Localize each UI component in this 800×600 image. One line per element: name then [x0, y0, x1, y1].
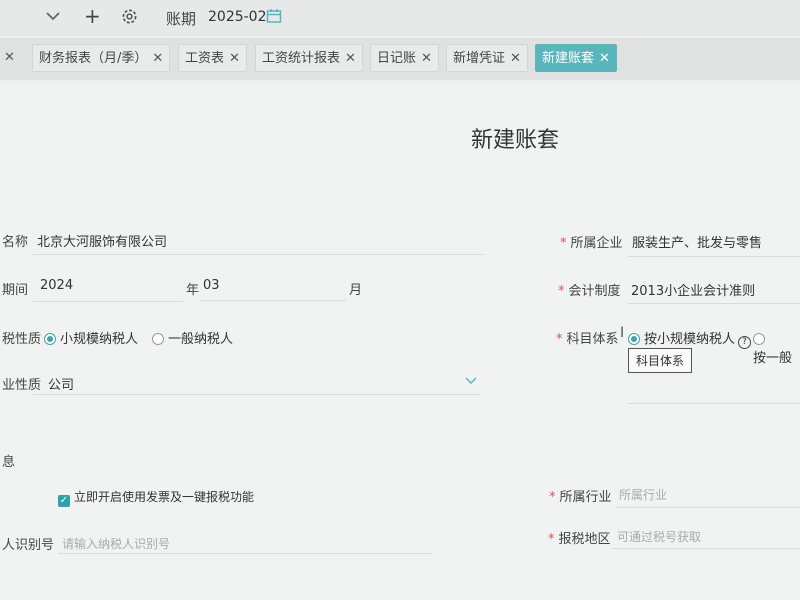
- accounting-standard-label: * 会计制度: [558, 284, 621, 299]
- tab-journal[interactable]: 日记账 ✕: [370, 44, 439, 72]
- radio-label: 小规模纳税人: [60, 332, 139, 347]
- chevron-down-icon[interactable]: [44, 8, 62, 27]
- tab-label: 工资表: [185, 51, 225, 66]
- calendar-icon[interactable]: [266, 8, 282, 28]
- accounting-standard-underline: [628, 303, 800, 304]
- subject-small-radio[interactable]: 按小规模纳税人?: [628, 328, 752, 349]
- text-cursor-icon: I: [620, 325, 625, 341]
- top-toolbar: [0, 0, 800, 36]
- industry-label: * 所属行业: [549, 490, 612, 505]
- tab-salary-report[interactable]: 工资统计报表 ✕: [255, 44, 363, 72]
- check-icon: ✓: [58, 495, 70, 507]
- radio-icon: [44, 333, 56, 345]
- tab-label: 工资统计报表: [262, 51, 341, 66]
- chevron-down-icon[interactable]: [463, 372, 479, 391]
- radio-icon: [628, 333, 640, 345]
- tab-salary[interactable]: 工资表 ✕: [178, 44, 247, 72]
- radio-icon: [753, 333, 765, 345]
- month-unit: 月: [349, 283, 363, 298]
- tab-label: 财务报表（月/季）: [39, 51, 148, 66]
- business-type-underline: [33, 394, 481, 395]
- tax-type-label: 税性质: [2, 332, 42, 347]
- close-icon[interactable]: ✕: [421, 51, 432, 66]
- period-value[interactable]: 2025-02: [208, 9, 267, 25]
- tab-new-voucher[interactable]: 新增凭证 ✕: [446, 44, 528, 72]
- close-icon[interactable]: ✕: [599, 51, 610, 66]
- tab-close-icon[interactable]: ✕: [4, 50, 15, 65]
- tab-financial-report[interactable]: 财务报表（月/季） ✕: [32, 44, 171, 72]
- invoice-checkbox[interactable]: ✓ 立即开启使用发票及一键报税功能: [58, 486, 254, 507]
- year-unit: 年: [186, 283, 200, 298]
- close-icon[interactable]: ✕: [345, 51, 356, 66]
- taxpayer-id-underline: [58, 553, 433, 554]
- business-type-select[interactable]: 公司: [48, 374, 74, 393]
- radio-label: 按一般: [753, 351, 793, 366]
- close-icon[interactable]: ✕: [510, 51, 521, 66]
- radio-label: 按小规模纳税人: [644, 332, 736, 347]
- name-field-underline: [33, 254, 485, 255]
- subject-system-label: * 科目体系: [556, 332, 619, 347]
- year-field[interactable]: 2024: [40, 278, 73, 293]
- radio-icon: [152, 333, 164, 345]
- tax-region-label: * 报税地区: [548, 532, 611, 547]
- radio-label: 一般纳税人: [168, 332, 234, 347]
- name-field[interactable]: 北京大河服饰有限公司: [37, 231, 167, 250]
- month-field[interactable]: 03: [203, 278, 220, 293]
- tab-label: 日记账: [377, 51, 417, 66]
- tax-type-general-radio[interactable]: 一般纳税人: [152, 328, 233, 347]
- subject-system-tooltip: 科目体系: [628, 348, 693, 373]
- taxpayer-id-label: 人识别号: [2, 538, 55, 553]
- taxpayer-id-input[interactable]: 请输入纳税人识别号: [62, 535, 170, 552]
- accounting-standard-select[interactable]: 2013小企业会计准则: [631, 280, 755, 299]
- page-title: 新建账套: [471, 128, 560, 153]
- company-label: * 所属企业: [560, 236, 623, 251]
- help-icon[interactable]: ?: [738, 336, 752, 349]
- tax-region-underline: [612, 548, 800, 549]
- close-icon[interactable]: ✕: [152, 51, 163, 66]
- month-field-underline: [200, 300, 346, 301]
- subject-general-radio[interactable]: 按一般: [753, 328, 800, 366]
- tax-type-small-radio[interactable]: 小规模纳税人: [44, 328, 138, 347]
- gear-icon[interactable]: [121, 8, 138, 29]
- company-field-underline: [628, 256, 800, 257]
- industry-select[interactable]: 所属行业: [619, 486, 667, 503]
- industry-underline: [615, 507, 800, 508]
- checkbox-label: 立即开启使用发票及一键报税功能: [74, 490, 255, 504]
- tax-region-field[interactable]: 可通过税号获取: [617, 528, 701, 545]
- company-field[interactable]: 服装生产、批发与零售: [632, 232, 762, 251]
- close-icon[interactable]: ✕: [229, 51, 240, 66]
- tab-new-account-set[interactable]: 新建账套 ✕: [535, 44, 617, 72]
- tab-label: 新建账套: [542, 51, 595, 66]
- tab-label: 新增凭证: [453, 51, 506, 66]
- add-icon[interactable]: +: [84, 6, 101, 26]
- name-label: 名称: [2, 235, 29, 250]
- business-type-label: 业性质: [2, 378, 42, 393]
- period-field-label: 期间: [2, 283, 29, 298]
- section-heading: 息: [2, 455, 16, 470]
- year-field-underline: [33, 301, 183, 302]
- subject-system-underline: [628, 403, 800, 404]
- period-label: 账期: [166, 10, 197, 28]
